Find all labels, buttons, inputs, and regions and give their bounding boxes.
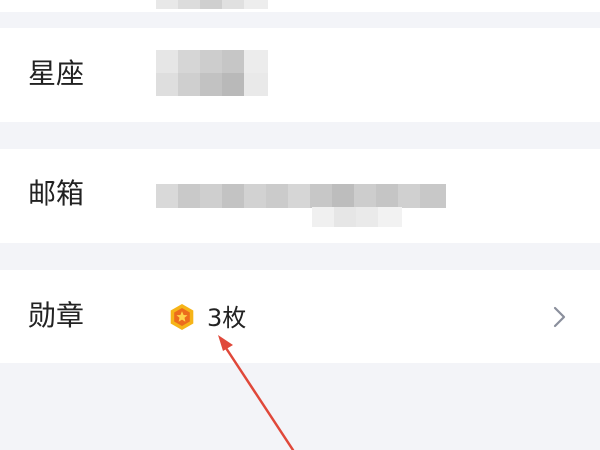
row-label-email: 邮箱 (28, 177, 85, 210)
partial-row-top (0, 0, 600, 12)
row-email[interactable]: 邮箱 (0, 149, 600, 243)
redacted-value-xingzuo (156, 50, 268, 96)
redacted-value-email (156, 184, 446, 208)
chevron-right-icon[interactable] (550, 303, 570, 331)
row-label-xingzuo: 星座 (28, 57, 85, 90)
row-label-medal: 勋章 (28, 299, 85, 332)
medal-star-icon (170, 304, 194, 330)
redacted-value-email-fragment (312, 207, 402, 227)
row-medal[interactable]: 勋章 3枚 (0, 270, 600, 363)
redacted-value-top (156, 0, 268, 9)
row-xingzuo[interactable]: 星座 (0, 28, 600, 122)
medal-count: 3枚 (207, 304, 247, 332)
